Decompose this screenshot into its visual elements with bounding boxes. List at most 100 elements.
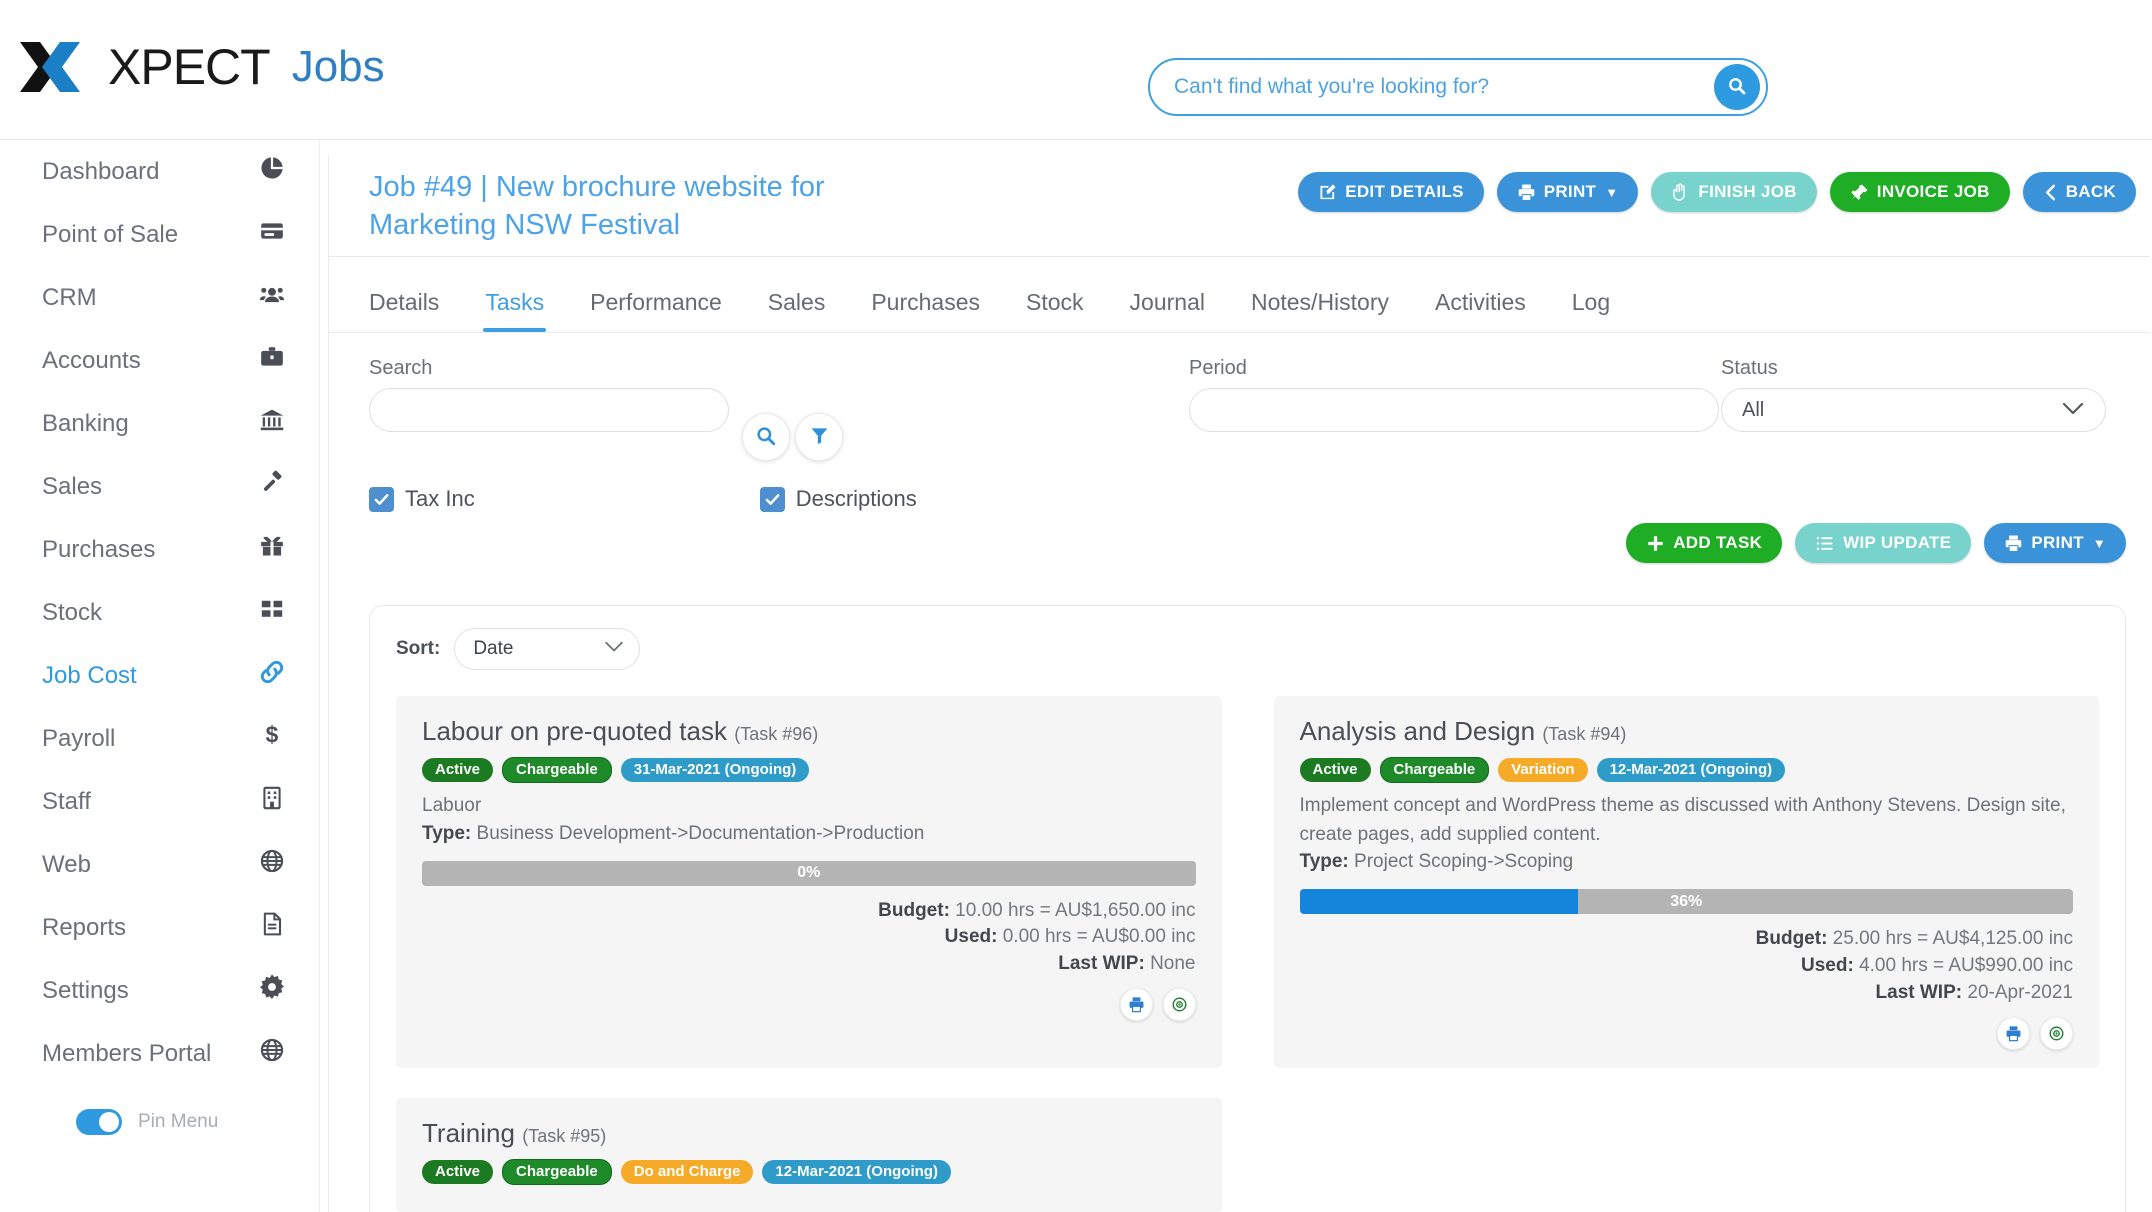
task-view-button[interactable] (1163, 988, 1196, 1021)
job-panel: Job #49 | New brochure website for Marke… (328, 155, 2150, 1212)
task-metrics: Budget: 25.00 hrs = AU$4,125.00 incUsed:… (1300, 926, 2074, 1007)
sidebar-item-stock[interactable]: Stock (0, 581, 319, 644)
filter-search: Search (369, 357, 729, 432)
building-icon (255, 785, 289, 818)
filter-button[interactable] (795, 413, 843, 461)
button-label: FINISH JOB (1698, 182, 1796, 202)
task-view-button[interactable] (2040, 1017, 2073, 1050)
sidebar-item-banking[interactable]: Banking (0, 392, 319, 455)
sidebar-item-web[interactable]: Web (0, 833, 319, 896)
check-icon (760, 487, 785, 512)
task-badges: ActiveChargeableVariation12-Mar-2021 (On… (1300, 757, 2074, 783)
checkbox-descriptions[interactable]: Descriptions (760, 486, 917, 512)
task-card[interactable]: Labour on pre-quoted task (Task #96)Acti… (396, 696, 1222, 1068)
status-badge: Do and Charge (621, 1160, 754, 1184)
sidebar-item-crm[interactable]: CRM (0, 266, 319, 329)
globe-icon (255, 1037, 289, 1070)
task-print-button[interactable] (1997, 1017, 2030, 1050)
tab-performance[interactable]: Performance (567, 289, 745, 332)
task-print-button[interactable] (1120, 988, 1153, 1021)
tab-sales[interactable]: Sales (745, 289, 849, 332)
task-badges: ActiveChargeableDo and Charge12-Mar-2021… (422, 1159, 1196, 1185)
task-name: Labour on pre-quoted task (422, 716, 727, 746)
status-badge: Active (1300, 758, 1371, 782)
sidebar-item-purchases[interactable]: Purchases (0, 518, 319, 581)
sidebar-item-point-of-sale[interactable]: Point of Sale (0, 203, 319, 266)
sort-select[interactable] (454, 628, 640, 670)
briefcase-icon (255, 344, 289, 377)
back-button[interactable]: BACK (2023, 172, 2136, 212)
status-badge: Active (422, 758, 493, 782)
button-label: PRINT (1544, 182, 1597, 202)
search-submit-button[interactable] (742, 413, 790, 461)
tab-purchases[interactable]: Purchases (848, 289, 1003, 332)
app-logo[interactable]: XPECT Jobs (18, 40, 385, 94)
period-label: Period (1189, 357, 1719, 380)
top-bar: XPECT Jobs (0, 0, 2152, 140)
task-card[interactable]: Analysis and Design (Task #94)ActiveChar… (1274, 696, 2100, 1068)
sidebar-item-label: CRM (42, 284, 97, 312)
task-metrics: Budget: 10.00 hrs = AU$1,650.00 incUsed:… (422, 898, 1196, 979)
status-badge: 31-Mar-2021 (Ongoing) (621, 758, 810, 782)
sidebar-item-label: Settings (42, 977, 129, 1005)
print-button[interactable]: PRINT▼ (1984, 523, 2126, 563)
tab-notes-history[interactable]: Notes/History (1228, 289, 1412, 332)
status-badge: 12-Mar-2021 (Ongoing) (762, 1160, 951, 1184)
status-select[interactable] (1721, 388, 2106, 432)
sidebar-item-staff[interactable]: Staff (0, 770, 319, 833)
task-type: Type: Project Scoping->Scoping (1300, 851, 2074, 873)
tab-stock[interactable]: Stock (1003, 289, 1107, 332)
pin-menu-row[interactable]: Pin Menu (0, 1085, 319, 1135)
pin-menu-toggle[interactable] (76, 1109, 122, 1135)
task-list: Labour on pre-quoted task (Task #96)Acti… (396, 696, 2099, 1212)
tasks-panel: Sort: Labour on pre-quoted task (Task #9… (369, 605, 2126, 1212)
checkbox-tax-inc[interactable]: Tax Inc (369, 486, 475, 512)
finish-job-button[interactable]: FINISH JOB (1651, 172, 1816, 212)
sidebar-item-sales[interactable]: Sales (0, 455, 319, 518)
global-search-button[interactable] (1714, 64, 1760, 110)
sidebar-item-label: Web (42, 851, 91, 879)
edit-details-button[interactable]: EDIT DETAILS (1298, 172, 1484, 212)
tab-activities[interactable]: Activities (1412, 289, 1549, 332)
sort-label: Sort: (396, 638, 440, 660)
sidebar-item-label: Sales (42, 473, 102, 501)
tab-tasks[interactable]: Tasks (462, 289, 567, 332)
sidebar-item-reports[interactable]: Reports (0, 896, 319, 959)
edit-icon (1318, 183, 1337, 202)
search-input[interactable] (369, 388, 729, 432)
tab-log[interactable]: Log (1549, 289, 1633, 332)
brand-name: XPECT (108, 42, 270, 92)
sidebar-item-members-portal[interactable]: Members Portal (0, 1022, 319, 1085)
tab-label: Notes/History (1251, 289, 1389, 315)
tab-journal[interactable]: Journal (1107, 289, 1228, 332)
filter-bar: Search Period (329, 333, 2150, 451)
brand-module: Jobs (292, 45, 385, 89)
gift-icon (255, 533, 289, 566)
search-icon (755, 425, 777, 450)
add-task-button[interactable]: ADD TASK (1626, 523, 1782, 563)
printer-icon (1517, 183, 1536, 202)
tab-label: Journal (1130, 289, 1205, 315)
task-card[interactable]: Training (Task #95)ActiveChargeableDo an… (396, 1098, 1222, 1212)
global-search[interactable] (1148, 58, 1768, 116)
chevron-left-icon (2043, 184, 2058, 201)
sidebar-item-payroll[interactable]: Payroll$ (0, 707, 319, 770)
sidebar-item-dashboard[interactable]: Dashboard (0, 140, 319, 203)
progress-bar: 36% (1300, 889, 2074, 914)
sidebar-item-accounts[interactable]: Accounts (0, 329, 319, 392)
gavel-icon (255, 470, 289, 503)
task-type-label: Type: (1300, 851, 1349, 872)
period-input[interactable] (1189, 388, 1719, 432)
search-icon (1727, 76, 1747, 99)
invoice-job-button[interactable]: INVOICE JOB (1830, 172, 2010, 212)
grid-icon (255, 596, 289, 629)
global-search-input[interactable] (1150, 75, 1714, 99)
sidebar-item-job-cost[interactable]: Job Cost (0, 644, 319, 707)
sidebar-item-label: Reports (42, 914, 126, 942)
print-button[interactable]: PRINT▼ (1497, 172, 1639, 212)
button-label: ADD TASK (1673, 533, 1762, 553)
wip-update-button[interactable]: WIP UPDATE (1795, 523, 1971, 563)
sidebar-item-settings[interactable]: Settings (0, 959, 319, 1022)
users-icon (255, 281, 289, 314)
tab-details[interactable]: Details (369, 289, 462, 332)
